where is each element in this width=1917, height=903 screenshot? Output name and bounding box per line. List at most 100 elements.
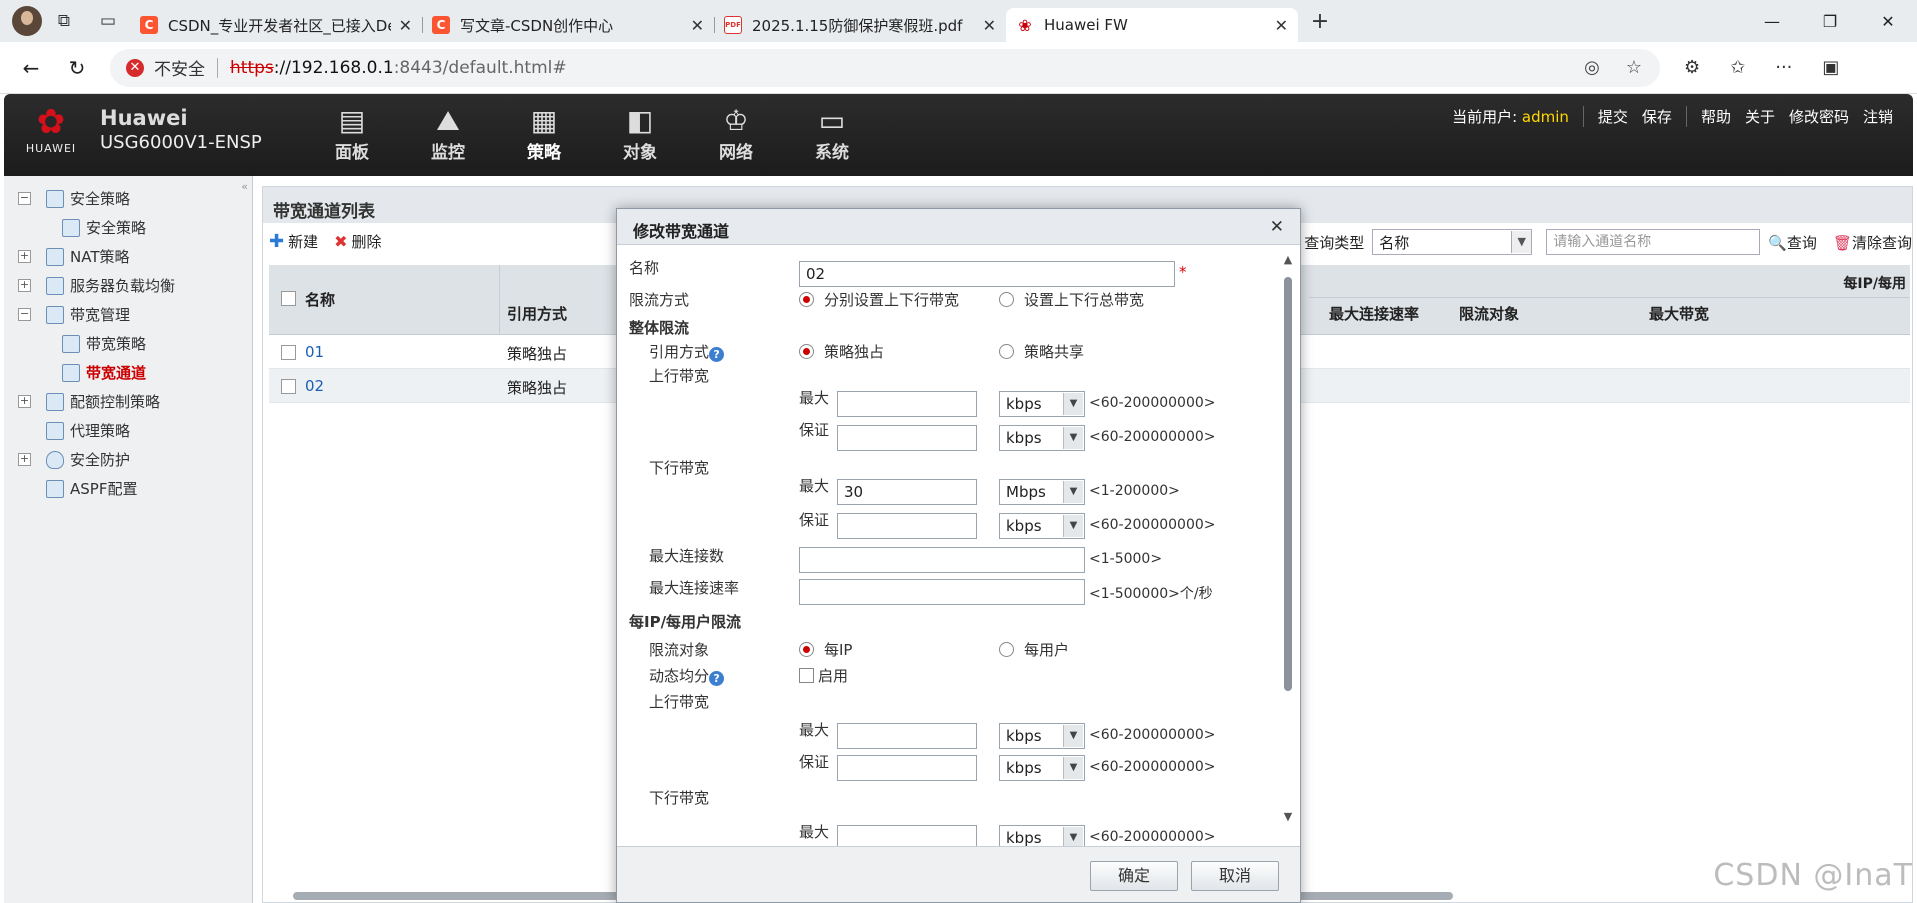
column-header-max-bandwidth[interactable]: 最大带宽 — [1649, 303, 1709, 324]
column-header-max-conn-rate[interactable]: 最大连接速率 — [1329, 303, 1419, 324]
close-tab-icon[interactable]: ✕ — [983, 16, 996, 35]
close-tab-icon[interactable]: ✕ — [399, 16, 412, 35]
name-input[interactable]: 02 — [799, 261, 1175, 287]
sidebar-item-security-policy[interactable]: − 安全策略 — [4, 184, 252, 213]
profile-avatar[interactable] — [12, 6, 42, 36]
help-icon[interactable]: ? — [709, 347, 725, 362]
query-type-select[interactable]: 名称 ▼ — [1372, 229, 1533, 255]
sidebar-item-bandwidth-mgmt[interactable]: − 带宽管理 — [4, 300, 252, 329]
tab-actions-icon[interactable]: ▭ — [86, 0, 130, 42]
per-ip-downstream-max-input[interactable] — [837, 825, 977, 847]
workspaces-icon[interactable]: ⧉ — [42, 0, 86, 42]
about-link[interactable]: 关于 — [1745, 106, 1775, 127]
read-aloud-icon[interactable]: ◎ — [1584, 57, 1600, 78]
clear-query-button[interactable]: 🗑清除查询 — [1825, 232, 1912, 253]
scroll-thumb[interactable] — [1284, 277, 1292, 691]
collapse-icon[interactable]: − — [18, 308, 31, 321]
target-per-user-radio[interactable]: 每用户 — [999, 639, 1069, 660]
select-all-checkbox[interactable] — [281, 291, 296, 306]
scroll-up-icon[interactable]: ▲ — [1281, 253, 1295, 266]
sidebar-item-security-protection[interactable]: + 安全防护 — [4, 445, 252, 474]
channel-name-link[interactable]: 01 — [305, 343, 324, 361]
commit-button[interactable]: 提交 — [1598, 106, 1628, 127]
ok-button[interactable]: 确定 — [1090, 861, 1178, 891]
help-link[interactable]: 帮助 — [1701, 106, 1731, 127]
logout-link[interactable]: 注销 — [1863, 106, 1893, 127]
favorites-icon[interactable]: ✩ — [1730, 57, 1745, 78]
channel-name-link[interactable]: 02 — [305, 377, 324, 395]
browser-tab-huawei[interactable]: ❀ Huawei FW ✕ — [1006, 8, 1298, 42]
target-per-ip-radio[interactable]: 每IP — [799, 639, 852, 660]
row-checkbox[interactable] — [281, 379, 296, 394]
browser-tab-write[interactable]: C 写文章-CSDN创作中心 ✕ — [422, 8, 714, 42]
browser-tab-csdn[interactable]: C CSDN_专业开发者社区_已接入De ✕ — [130, 8, 422, 42]
sidebar-item-nat-policy[interactable]: + NAT策略 — [4, 242, 252, 271]
extensions-icon[interactable]: ⚙ — [1684, 57, 1700, 78]
expand-icon[interactable]: + — [18, 395, 31, 408]
ref-mode-shared-radio[interactable]: 策略共享 — [999, 341, 1084, 362]
back-icon[interactable]: ← — [8, 56, 54, 80]
per-ip-upstream-max-unit-select[interactable]: kbps ▼ — [999, 723, 1085, 749]
ref-mode-exclusive-radio[interactable]: 策略独占 — [799, 341, 884, 362]
sidebar-item-quota-policy[interactable]: + 配额控制策略 — [4, 387, 252, 416]
per-ip-downstream-max-unit-select[interactable]: kbps ▼ — [999, 825, 1085, 847]
refresh-icon[interactable]: ↻ — [54, 56, 100, 80]
radio-unselected[interactable] — [999, 642, 1014, 657]
change-password-link[interactable]: 修改密码 — [1789, 106, 1849, 127]
sidebar-item-bandwidth-policy[interactable]: 带宽策略 — [4, 329, 252, 358]
nav-monitor[interactable]: ⛰ 监控 — [400, 104, 496, 163]
nav-system[interactable]: ▭ 系统 — [784, 104, 880, 163]
delete-button[interactable]: ✖ 删除 — [334, 231, 381, 252]
per-ip-upstream-guarantee-unit-select[interactable]: kbps ▼ — [999, 755, 1085, 781]
max-connections-input[interactable] — [799, 547, 1085, 573]
security-warning-icon[interactable]: ✕ — [126, 58, 144, 77]
downstream-guarantee-unit-select[interactable]: kbps ▼ — [999, 513, 1085, 539]
help-icon[interactable]: ? — [709, 671, 725, 686]
dialog-vertical-scrollbar[interactable]: ▲ ▼ — [1281, 253, 1295, 823]
minimize-icon[interactable]: — — [1743, 12, 1801, 31]
sidebar-item-bandwidth-channel[interactable]: 带宽通道 — [4, 358, 252, 387]
new-button[interactable]: ✚ 新建 — [269, 231, 318, 252]
nav-dashboard[interactable]: ▤ 面板 — [304, 104, 400, 163]
save-button[interactable]: 保存 — [1642, 106, 1672, 127]
nav-object[interactable]: ◧ 对象 — [592, 104, 688, 163]
dynamic-share-checkbox[interactable]: 启用 — [799, 665, 848, 686]
sidebar-item-security-policy-sub[interactable]: 安全策略 — [4, 213, 252, 242]
restore-icon[interactable]: ❐ — [1801, 12, 1859, 31]
query-button[interactable]: 🔍查询 — [1768, 232, 1817, 253]
downstream-max-input[interactable]: 30 — [837, 479, 977, 505]
new-tab-button[interactable]: + — [1298, 9, 1342, 34]
upstream-max-input[interactable] — [837, 391, 977, 417]
sidebar-item-proxy-policy[interactable]: 代理策略 — [4, 416, 252, 445]
upstream-max-unit-select[interactable]: kbps ▼ — [999, 391, 1085, 417]
limit-mode-total-radio[interactable]: 设置上下行总带宽 — [999, 289, 1144, 310]
per-ip-upstream-max-input[interactable] — [837, 723, 977, 749]
per-ip-upstream-guarantee-input[interactable] — [837, 755, 977, 781]
expand-icon[interactable]: + — [18, 453, 31, 466]
expand-icon[interactable]: + — [18, 279, 31, 292]
close-window-icon[interactable]: ✕ — [1859, 12, 1917, 31]
column-header-limit-target[interactable]: 限流对象 — [1459, 303, 1519, 324]
row-checkbox[interactable] — [281, 345, 296, 360]
sidebar-item-aspf[interactable]: ASPF配置 — [4, 474, 252, 503]
downstream-guarantee-input[interactable] — [837, 513, 977, 539]
radio-selected[interactable] — [799, 292, 814, 307]
insecure-label[interactable]: 不安全 — [154, 55, 205, 80]
limit-mode-separate-radio[interactable]: 分别设置上下行带宽 — [799, 289, 959, 310]
radio-unselected[interactable] — [999, 344, 1014, 359]
favorite-star-icon[interactable]: ☆ — [1626, 57, 1642, 78]
more-menu-icon[interactable]: ··· — [1775, 57, 1792, 78]
cancel-button[interactable]: 取消 — [1191, 861, 1279, 891]
upstream-guarantee-input[interactable] — [837, 425, 977, 451]
expand-icon[interactable]: + — [18, 250, 31, 263]
url-field[interactable]: ✕ 不安全 https ://192.168.0.1 :8443/default… — [110, 48, 1660, 87]
collapse-icon[interactable]: − — [18, 192, 31, 205]
radio-selected[interactable] — [799, 642, 814, 657]
checkbox[interactable] — [799, 668, 814, 683]
downstream-max-unit-select[interactable]: Mbps ▼ — [999, 479, 1085, 505]
max-connection-rate-input[interactable] — [799, 579, 1085, 605]
sidebar-item-slb[interactable]: + 服务器负载均衡 — [4, 271, 252, 300]
column-header-ref-mode[interactable]: 引用方式 — [507, 303, 567, 324]
column-header-name[interactable]: 名称 — [305, 289, 335, 310]
nav-network[interactable]: ♔ 网络 — [688, 104, 784, 163]
